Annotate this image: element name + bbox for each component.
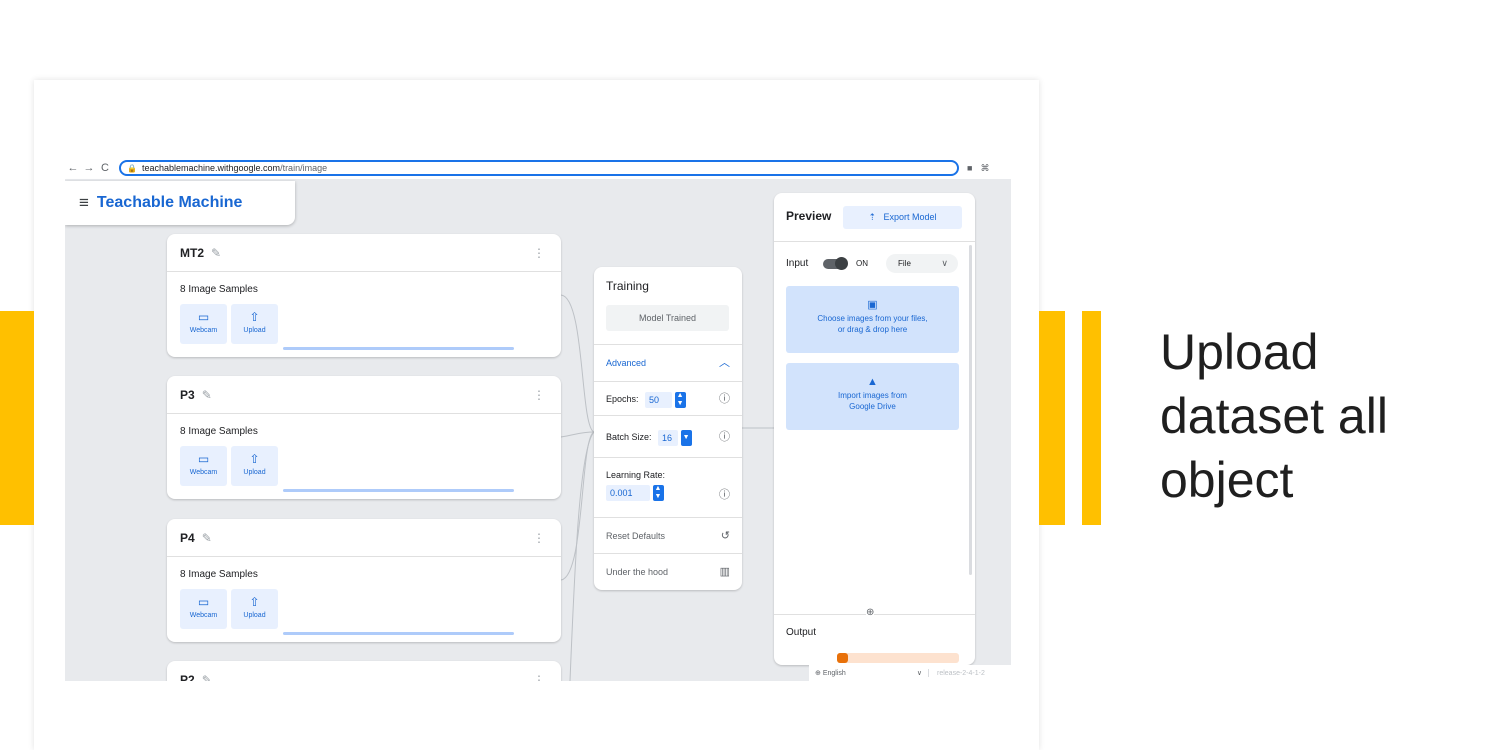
chevron-down-icon: ∨ bbox=[916, 670, 922, 677]
class-name[interactable]: P4 bbox=[180, 531, 195, 545]
accent-bar-left bbox=[0, 311, 34, 525]
slide-title: Upload dataset all object bbox=[1160, 324, 1388, 508]
epochs-label: Epochs: bbox=[606, 394, 639, 404]
sample-scrollbar[interactable] bbox=[283, 632, 514, 635]
pencil-icon[interactable]: ✎ bbox=[202, 673, 212, 682]
class-name[interactable]: MT2 bbox=[180, 246, 204, 260]
file-drop-zone[interactable]: ▣ Choose images from your files, or drag… bbox=[786, 286, 959, 353]
class-card: P2 ✎ ⋮ bbox=[167, 661, 561, 681]
more-vert-icon[interactable]: ⋮ bbox=[533, 531, 545, 545]
accent-bar-right-2 bbox=[1082, 311, 1101, 525]
accent-bar-right-1 bbox=[1039, 311, 1065, 525]
upload-button[interactable]: ⇧ Upload bbox=[231, 589, 278, 629]
class-name[interactable]: P2 bbox=[180, 673, 195, 682]
class-name-row[interactable]: P3 ✎ bbox=[167, 376, 561, 414]
chevron-down-icon: ∨ bbox=[941, 258, 948, 268]
google-drive-import[interactable]: ▲ Import images from Google Drive bbox=[786, 363, 959, 430]
upload-icon: ⇧ bbox=[249, 452, 260, 466]
pencil-icon[interactable]: ✎ bbox=[202, 388, 212, 402]
google-drive-icon: ▲ bbox=[867, 376, 878, 388]
train-model-button[interactable]: Model Trained bbox=[606, 305, 729, 331]
sample-count: 8 Image Samples bbox=[180, 569, 258, 580]
pencil-icon[interactable]: ✎ bbox=[202, 531, 212, 545]
folder-icon: ▣ bbox=[867, 299, 878, 311]
batch-size-row: Batch Size: 16 ▼ ⓘ bbox=[594, 415, 742, 457]
epochs-input[interactable]: 50 bbox=[645, 391, 673, 408]
chevron-up-icon: ︿ bbox=[719, 357, 730, 369]
app-screenshot: ← → C 🔒 teachablemachine.withgoogle.com /… bbox=[65, 157, 1011, 681]
input-toggle[interactable] bbox=[823, 257, 848, 270]
reset-defaults-button[interactable]: Reset Defaults ↺ bbox=[594, 517, 742, 553]
batch-size-select[interactable]: 16 bbox=[658, 429, 679, 446]
advanced-label: Advanced bbox=[606, 358, 647, 368]
more-vert-icon[interactable]: ⋮ bbox=[533, 673, 545, 681]
class-name-row[interactable]: P2 ✎ bbox=[167, 661, 561, 682]
class-card: P4 ✎ ⋮ 8 Image Samples ▭ Webcam ⇧ Upload bbox=[167, 519, 561, 642]
webcam-icon: ▭ bbox=[197, 310, 210, 324]
history-icon: ↺ bbox=[720, 530, 730, 542]
sample-scrollbar[interactable] bbox=[283, 489, 514, 492]
input-source-select[interactable]: File ∨ bbox=[886, 254, 958, 273]
arrow-down-icon: ⊕ bbox=[866, 607, 875, 618]
class-name[interactable]: P3 bbox=[180, 388, 195, 402]
sample-scrollbar[interactable] bbox=[283, 347, 514, 350]
help-icon[interactable]: ⓘ bbox=[719, 416, 730, 458]
divider bbox=[774, 241, 975, 242]
release-version: release-2-4-1-2 bbox=[937, 669, 985, 677]
sample-count: 8 Image Samples bbox=[180, 426, 258, 437]
class-name-row[interactable]: P4 ✎ bbox=[167, 519, 561, 557]
upload-icon: ⇧ bbox=[249, 595, 260, 609]
batch-size-label: Batch Size: bbox=[606, 432, 652, 442]
training-title: Training bbox=[606, 279, 649, 293]
upload-icon: ⇧ bbox=[249, 310, 260, 324]
upload-button[interactable]: ⇧ Upload bbox=[231, 304, 278, 344]
preview-panel: Preview ⇡ Export Model Input ON File ∨ ▣ … bbox=[774, 193, 975, 665]
more-vert-icon[interactable]: ⋮ bbox=[533, 246, 545, 260]
pencil-icon[interactable]: ✎ bbox=[211, 246, 221, 260]
bar-chart-icon: ▥ bbox=[719, 566, 730, 578]
learning-rate-label: Learning Rate: bbox=[606, 470, 666, 480]
webcam-button[interactable]: ▭ Webcam bbox=[180, 304, 227, 344]
webcam-button[interactable]: ▭ Webcam bbox=[180, 446, 227, 486]
upload-icon: ⇡ bbox=[868, 212, 876, 222]
under-the-hood-button[interactable]: Under the hood ▥ bbox=[594, 553, 742, 589]
webcam-icon: ▭ bbox=[197, 452, 210, 466]
help-icon[interactable]: ⓘ bbox=[719, 382, 730, 416]
webcam-button[interactable]: ▭ Webcam bbox=[180, 589, 227, 629]
epochs-stepper[interactable]: ▲ ▼ bbox=[674, 391, 686, 408]
globe-icon: ⊕ bbox=[815, 670, 821, 677]
scrollbar[interactable] bbox=[969, 245, 972, 575]
export-model-button[interactable]: ⇡ Export Model bbox=[843, 206, 962, 229]
toggle-state: ON bbox=[856, 259, 868, 268]
learning-rate-input[interactable]: 0.001 bbox=[606, 485, 650, 501]
advanced-toggle[interactable]: Advanced ︿ bbox=[594, 344, 742, 381]
class-card: P3 ✎ ⋮ 8 Image Samples ▭ Webcam ⇧ Upload bbox=[167, 376, 561, 499]
webcam-icon: ▭ bbox=[197, 595, 210, 609]
output-label: Output bbox=[786, 627, 817, 638]
learning-rate-row: Learning Rate: 0.001 ▲ ▼ ⓘ bbox=[594, 457, 742, 517]
learning-rate-stepper[interactable]: ▲ ▼ bbox=[652, 485, 664, 501]
output-confidence-bar bbox=[837, 653, 959, 663]
language-select[interactable]: ⊕ English ∨ bbox=[809, 669, 929, 677]
sample-count: 8 Image Samples bbox=[180, 284, 258, 295]
divider bbox=[774, 614, 975, 615]
preview-title: Preview bbox=[786, 209, 832, 223]
help-icon[interactable]: ⓘ bbox=[719, 486, 730, 502]
chevron-down-icon[interactable]: ▼ bbox=[680, 429, 692, 446]
class-card: MT2 ✎ ⋮ 8 Image Samples ▭ Webcam ⇧ Upload bbox=[167, 234, 561, 357]
epochs-row: Epochs: 50 ▲ ▼ ⓘ bbox=[594, 381, 742, 415]
upload-button[interactable]: ⇧ Upload bbox=[231, 446, 278, 486]
input-label: Input bbox=[786, 258, 809, 269]
training-panel: Training Model Trained Advanced ︿ Epochs… bbox=[594, 267, 742, 590]
more-vert-icon[interactable]: ⋮ bbox=[533, 388, 545, 402]
class-name-row[interactable]: MT2 ✎ bbox=[167, 234, 561, 272]
footer: ⊕ English ∨ release-2-4-1-2 bbox=[809, 665, 1011, 681]
